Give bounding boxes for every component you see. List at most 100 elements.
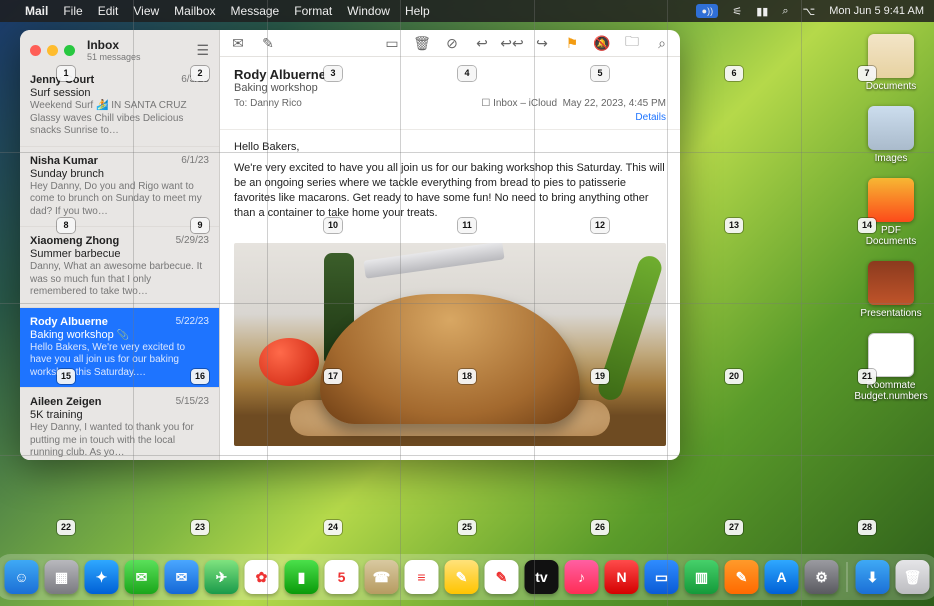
- folder-icon: [868, 178, 914, 222]
- dock-music[interactable]: ♪: [565, 560, 599, 594]
- row-from: Rody Albuerne: [30, 316, 108, 328]
- menu-view[interactable]: View: [133, 4, 159, 18]
- envelope-icon[interactable]: ✉: [230, 35, 246, 51]
- filter-icon[interactable]: ☰: [196, 42, 209, 59]
- wifi-icon[interactable]: ⚟: [732, 5, 742, 18]
- minimize-icon[interactable]: [47, 45, 58, 56]
- dock-facetime[interactable]: ▮: [285, 560, 319, 594]
- dock-freeform[interactable]: ✎: [485, 560, 519, 594]
- dock-mail[interactable]: ✉: [165, 560, 199, 594]
- tomato-icon: [259, 338, 319, 386]
- to-value: Danny Rico: [250, 98, 302, 109]
- grid-cell-23: 23: [191, 520, 209, 535]
- close-icon[interactable]: [30, 45, 41, 56]
- mail-row[interactable]: Rody Albuerne5/22/23Baking workshop 📎Hel…: [20, 308, 219, 389]
- menu-help[interactable]: Help: [405, 4, 430, 18]
- row-preview: Weekend Surf 🏄 IN SANTA CRUZ Glassy wave…: [30, 100, 209, 138]
- dock-pages[interactable]: ✎: [725, 560, 759, 594]
- file-icon: [868, 333, 914, 377]
- dock-news[interactable]: N: [605, 560, 639, 594]
- dock-maps[interactable]: ✈: [205, 560, 239, 594]
- message-list[interactable]: Jenny Court6/3/23Surf sessionWeekend Sur…: [20, 66, 219, 460]
- app-menu[interactable]: Mail: [25, 4, 48, 18]
- forward-icon[interactable]: ↪: [534, 35, 550, 51]
- dock-appstore[interactable]: A: [765, 560, 799, 594]
- window-controls[interactable]: [30, 45, 75, 56]
- greeting: Hello Bakers,: [234, 140, 666, 155]
- mail-row[interactable]: Nisha Kumar6/1/23Sunday brunchHey Danny,…: [20, 147, 219, 228]
- dock[interactable]: ☺▦✦✉✉✈✿▮5☎≡✎✎tv♪N▭▥✎A⚙⬇🗑: [0, 554, 934, 600]
- dock-tv[interactable]: tv: [525, 560, 559, 594]
- spotlight-icon[interactable]: ⌕: [782, 5, 788, 18]
- mail-content-pane: ✉ ✎ ▭ 🗑 ⊘ ↩ ↩↩ ↪ ⚑ 🔕 🗀 ⌕ Rody Albuerne B…: [220, 30, 680, 460]
- message-subject: Baking workshop: [234, 82, 666, 94]
- details-link[interactable]: Details: [234, 112, 666, 123]
- desktop-stack-documents[interactable]: Documents: [856, 34, 926, 92]
- junk-icon[interactable]: ⊘: [444, 35, 460, 51]
- dock-messages[interactable]: ✉: [125, 560, 159, 594]
- reply-icon[interactable]: ↩: [474, 35, 490, 51]
- mail-row[interactable]: Jenny Court6/3/23Surf sessionWeekend Sur…: [20, 66, 219, 147]
- search-icon[interactable]: ⌕: [654, 35, 670, 51]
- row-from: Nisha Kumar: [30, 155, 98, 167]
- folder-icon: [868, 34, 914, 78]
- folder-icon: [868, 261, 914, 305]
- row-from: Aileen Zeigen: [30, 396, 102, 408]
- row-preview: Hey Danny, Do you and Rigo want to come …: [30, 181, 209, 219]
- dock-calendar[interactable]: 5: [325, 560, 359, 594]
- dock-finder[interactable]: ☺: [5, 560, 39, 594]
- attachment-icon: 📎: [117, 330, 129, 341]
- archive-icon[interactable]: ▭: [384, 35, 400, 51]
- knife-icon: [363, 243, 504, 279]
- menu-message[interactable]: Message: [231, 4, 280, 18]
- dock-numbers[interactable]: ▥: [685, 560, 719, 594]
- dock-reminders[interactable]: ≡: [405, 560, 439, 594]
- desktop-stack-images[interactable]: Images: [856, 106, 926, 164]
- menu-window[interactable]: Window: [347, 4, 390, 18]
- trash-icon[interactable]: 🗑: [414, 35, 430, 51]
- move-folder-icon[interactable]: 🗀: [624, 35, 640, 51]
- mail-row[interactable]: Xiaomeng Zhong5/29/23Summer barbecueDann…: [20, 227, 219, 308]
- grid-cell-22: 22: [57, 520, 75, 535]
- desktop-stack-pdf[interactable]: PDF Documents: [856, 178, 926, 247]
- menu-file[interactable]: File: [63, 4, 82, 18]
- menu-edit[interactable]: Edit: [98, 4, 119, 18]
- menubar[interactable]: Mail File Edit View Mailbox Message Form…: [0, 0, 934, 22]
- grid-cell-24: 24: [324, 520, 342, 535]
- zoom-icon[interactable]: [64, 45, 75, 56]
- dock-photos[interactable]: ✿: [245, 560, 279, 594]
- dock-keynote[interactable]: ▭: [645, 560, 679, 594]
- dock-downloads[interactable]: ⬇: [856, 560, 890, 594]
- reply-all-icon[interactable]: ↩↩: [504, 35, 520, 51]
- menu-format[interactable]: Format: [294, 4, 332, 18]
- clock[interactable]: Mon Jun 5 9:41 AM: [829, 5, 924, 17]
- desktop-stack-presentations[interactable]: Presentations: [856, 261, 926, 319]
- grid-cell-27: 27: [725, 520, 743, 535]
- row-date: 6/3/23: [181, 74, 209, 86]
- row-date: 5/22/23: [176, 316, 209, 328]
- row-subject: Summer barbecue: [30, 248, 209, 260]
- mail-row[interactable]: Aileen Zeigen5/15/235K trainingHey Danny…: [20, 388, 219, 460]
- mute-icon[interactable]: 🔕: [594, 35, 610, 51]
- desktop-icons: Documents Images PDF Documents Presentat…: [856, 34, 926, 402]
- mic-indicator-icon[interactable]: ●)): [696, 4, 718, 18]
- dock-contacts[interactable]: ☎: [365, 560, 399, 594]
- message-header: Rody Albuerne Baking workshop To: Danny …: [220, 57, 680, 130]
- mail-window[interactable]: Inbox 51 messages ☰ Jenny Court6/3/23Sur…: [20, 30, 680, 460]
- battery-icon[interactable]: ▮▮: [756, 5, 768, 18]
- inbox-count: 51 messages: [87, 52, 141, 62]
- control-center-icon[interactable]: ⌥: [803, 5, 816, 18]
- dock-safari[interactable]: ✦: [85, 560, 119, 594]
- menu-mailbox[interactable]: Mailbox: [174, 4, 215, 18]
- dock-trash[interactable]: 🗑: [896, 560, 930, 594]
- dock-notes[interactable]: ✎: [445, 560, 479, 594]
- message-image-attachment[interactable]: [234, 243, 666, 447]
- compose-icon[interactable]: ✎: [260, 35, 276, 51]
- row-date: 5/29/23: [176, 235, 209, 247]
- dock-launchpad[interactable]: ▦: [45, 560, 79, 594]
- dock-settings[interactable]: ⚙: [805, 560, 839, 594]
- desktop-file-budget[interactable]: Roommate Budget.numbers: [856, 333, 926, 402]
- flag-icon[interactable]: ⚑: [564, 35, 580, 51]
- to-label: To:: [234, 98, 247, 109]
- row-date: 5/15/23: [176, 396, 209, 408]
